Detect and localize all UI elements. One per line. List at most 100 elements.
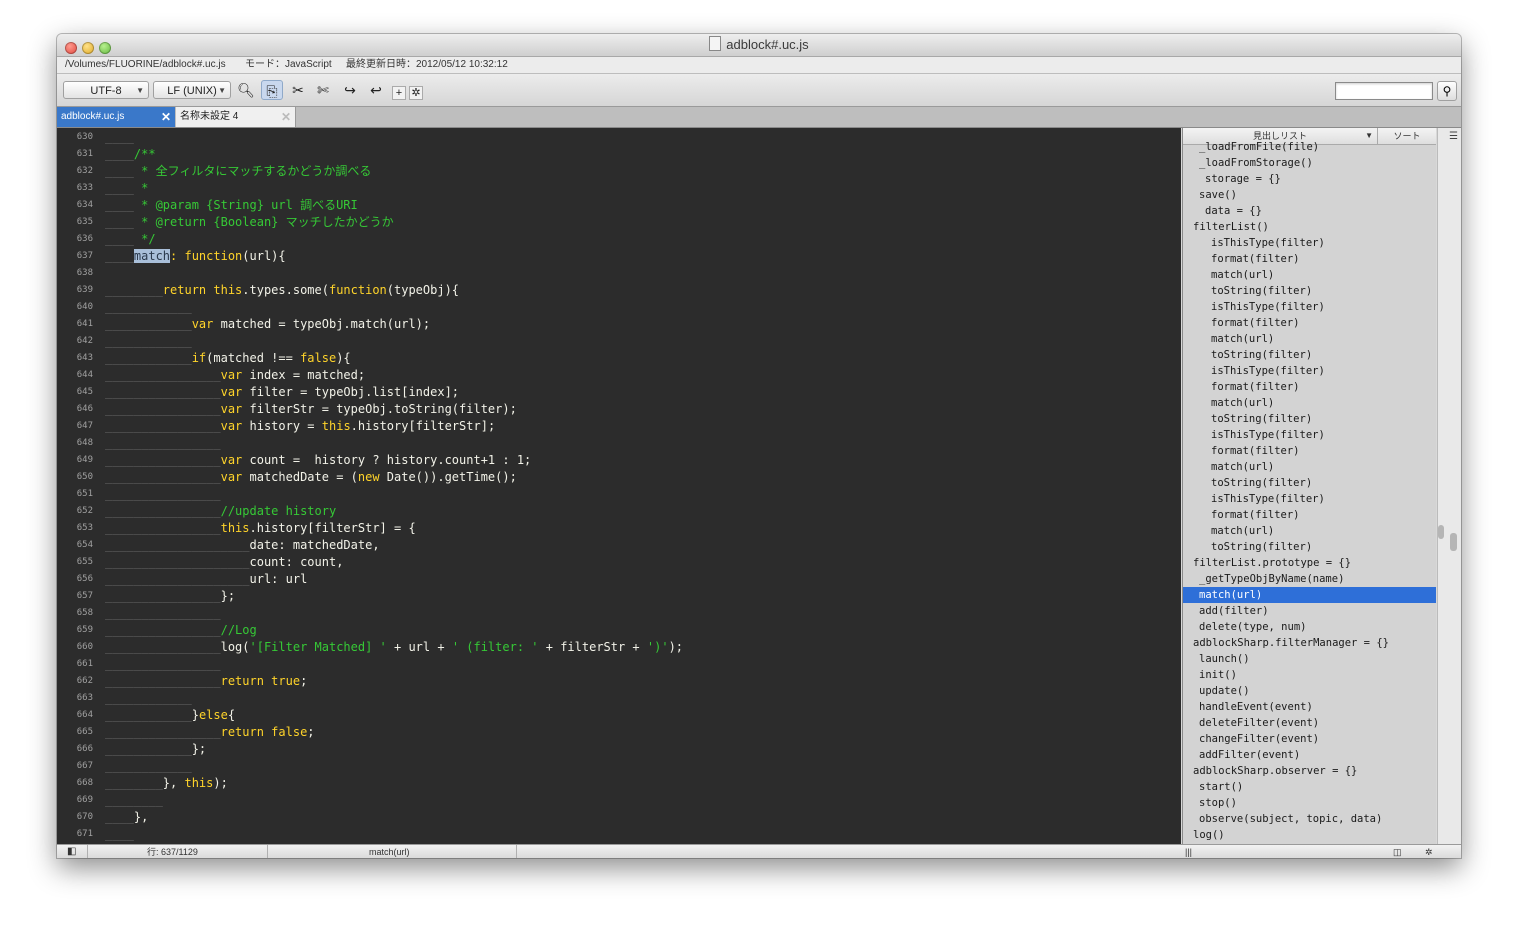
code-line[interactable]: 652 ________________//update history — [57, 503, 1181, 520]
code-line[interactable]: 647 ________________var history = this.hi… — [57, 418, 1181, 435]
code-line[interactable]: 661 ________________ — [57, 656, 1181, 673]
outline-item[interactable]: format(filter) — [1183, 315, 1436, 331]
code-line[interactable]: 642 ____________ — [57, 333, 1181, 350]
outline-item[interactable]: format(filter) — [1183, 379, 1436, 395]
code-line[interactable]: 634 ____ * @param {String} url 調べるURI — [57, 197, 1181, 214]
encoding-popup[interactable]: UTF-8 ▼ — [63, 81, 149, 99]
code-line[interactable]: 655 ____________________count: count, — [57, 554, 1181, 571]
code-line[interactable]: 665 ________________return false; — [57, 724, 1181, 741]
close-tab-icon[interactable]: ✕ — [161, 107, 171, 127]
outline-item[interactable]: match(url) — [1183, 459, 1436, 475]
code-line[interactable]: 641 ____________var matched = typeObj.mat… — [57, 316, 1181, 333]
search-input[interactable] — [1335, 82, 1433, 100]
zoom-window-button[interactable] — [99, 42, 111, 54]
code-line[interactable]: 632 ____ * 全フィルタにマッチするかどうか調べる — [57, 163, 1181, 180]
outline-item[interactable]: isThisType(filter) — [1183, 299, 1436, 315]
outline-item[interactable]: _getTypeObjByName(name) — [1183, 571, 1436, 587]
outline-item[interactable]: format(filter) — [1183, 251, 1436, 267]
code-line[interactable]: 669 ________ — [57, 792, 1181, 809]
outline-item[interactable]: isThisType(filter) — [1183, 491, 1436, 507]
code-line[interactable]: 671 ____ — [57, 826, 1181, 843]
minimize-window-button[interactable] — [82, 42, 94, 54]
outline-item[interactable]: deleteFilter(event) — [1183, 715, 1436, 731]
cut-button[interactable]: ✂ — [287, 80, 309, 100]
outline-item[interactable]: match(url) — [1183, 331, 1436, 347]
outline-item[interactable]: filterList() — [1183, 219, 1436, 235]
outline-item[interactable]: start() — [1183, 779, 1436, 795]
outline-item[interactable]: isThisType(filter) — [1183, 427, 1436, 443]
close-tab-icon[interactable]: ✕ — [281, 107, 291, 127]
outline-item[interactable]: isThisType(filter) — [1183, 235, 1436, 251]
outline-item[interactable]: addFilter(event) — [1183, 747, 1436, 763]
code-line[interactable]: 640 ____________ — [57, 299, 1181, 316]
code-editor[interactable]: 630 ____ 631 ____/** 632 ____ * 全フィルタにマッチするかど… — [57, 128, 1181, 844]
code-line[interactable]: 668 ________}, this); — [57, 775, 1181, 792]
outline-item[interactable]: init() — [1183, 667, 1436, 683]
code-line[interactable]: 633 ____ * — [57, 180, 1181, 197]
code-line[interactable]: 659 ________________//Log — [57, 622, 1181, 639]
close-window-button[interactable] — [65, 42, 77, 54]
outline-item[interactable]: storage = {} — [1183, 171, 1436, 187]
code-line[interactable]: 635 ____ * @return {Boolean} マッチしたかどうか — [57, 214, 1181, 231]
code-line[interactable]: 637 ____match: function(url){ — [57, 248, 1181, 265]
split-handle-icon[interactable]: ||| — [1185, 845, 1192, 858]
find-replace-button[interactable]: ⎘ — [261, 80, 283, 100]
outline-item[interactable]: toString(filter) — [1183, 283, 1436, 299]
undo-button[interactable]: ↩ — [365, 80, 387, 100]
code-line[interactable]: 663 ____________ — [57, 690, 1181, 707]
sidebar-toggle-icon[interactable]: ◧ — [67, 845, 76, 858]
outline-item-selected[interactable]: match(url) — [1183, 587, 1436, 603]
code-line[interactable]: 639 ________return this.types.some(functi… — [57, 282, 1181, 299]
outline-item[interactable]: toString(filter) — [1183, 539, 1436, 555]
code-line[interactable]: 631 ____/** — [57, 146, 1181, 163]
vertical-scrollbar[interactable]: ☰ — [1437, 128, 1461, 844]
code-line[interactable]: 646 ________________var filterStr = typeO… — [57, 401, 1181, 418]
outline-item[interactable]: match(url) — [1183, 395, 1436, 411]
outline-item[interactable]: _loadFromStorage() — [1183, 155, 1436, 171]
outline-item[interactable]: adblockSharp.observer = {} — [1183, 763, 1436, 779]
code-line[interactable]: 654 ____________________date: matchedDate… — [57, 537, 1181, 554]
search-button[interactable]: ⚲ — [1437, 81, 1457, 101]
outline-item[interactable]: handleEvent(event) — [1183, 699, 1436, 715]
outline-item[interactable]: match(url) — [1183, 267, 1436, 283]
find-button[interactable]: 🔍︎ — [235, 80, 257, 100]
outline-item[interactable]: format(filter) — [1183, 443, 1436, 459]
code-line[interactable]: 650 ________________var matchedDate = (ne… — [57, 469, 1181, 486]
outline-item[interactable]: update() — [1183, 683, 1436, 699]
code-line[interactable]: 660 ________________log('[Filter Matched]… — [57, 639, 1181, 656]
code-line[interactable]: 636 ____ */ — [57, 231, 1181, 248]
outline-item[interactable]: stop() — [1183, 795, 1436, 811]
tab-untitled-4[interactable]: 名称未設定 4 ✕ — [176, 107, 296, 127]
code-line[interactable]: 645 ________________var filter = typeObj.… — [57, 384, 1181, 401]
outline-scroll-thumb[interactable] — [1438, 525, 1444, 539]
code-line[interactable]: 630 ____ — [57, 129, 1181, 146]
code-line[interactable]: 656 ____________________url: url — [57, 571, 1181, 588]
code-line[interactable]: 651 ________________ — [57, 486, 1181, 503]
outline-item[interactable]: observe(subject, topic, data) — [1183, 811, 1436, 827]
redo-button[interactable]: ↪ — [339, 80, 361, 100]
line-ending-popup[interactable]: LF (UNIX) ▼ — [153, 81, 231, 99]
outline-item[interactable]: format(filter) — [1183, 507, 1436, 523]
outline-item[interactable]: _loadFromFile(file) — [1183, 139, 1436, 155]
gear-icon[interactable]: ✲ — [1425, 845, 1433, 858]
code-line[interactable]: 649 ________________var count = history ?… — [57, 452, 1181, 469]
outline-item[interactable]: delete(type, num) — [1183, 619, 1436, 635]
code-line[interactable]: 657 ________________}; — [57, 588, 1181, 605]
outline-item[interactable]: toString(filter) — [1183, 475, 1436, 491]
code-line[interactable]: 653 ________________this.history[filterSt… — [57, 520, 1181, 537]
code-line[interactable]: 670 ____}, — [57, 809, 1181, 826]
outline-item[interactable]: isThisType(filter) — [1183, 363, 1436, 379]
outline-item[interactable]: match(url) — [1183, 523, 1436, 539]
outline-item[interactable]: save() — [1183, 187, 1436, 203]
outline-item[interactable]: toString(filter) — [1183, 411, 1436, 427]
code-line[interactable]: 644 ________________var index = matched; — [57, 367, 1181, 384]
outline-item[interactable]: add(filter) — [1183, 603, 1436, 619]
add-toolbar-item-button[interactable]: + — [392, 86, 406, 100]
editor-scroll-thumb[interactable] — [1450, 533, 1457, 551]
code-line[interactable]: 667 ____________ — [57, 758, 1181, 775]
code-line[interactable]: 648 ________________ — [57, 435, 1181, 452]
code-line[interactable]: 666 ____________}; — [57, 741, 1181, 758]
outline-item[interactable]: changeFilter(event) — [1183, 731, 1436, 747]
outline-item[interactable]: data = {} — [1183, 203, 1436, 219]
outline-item[interactable]: filterList.prototype = {} — [1183, 555, 1436, 571]
